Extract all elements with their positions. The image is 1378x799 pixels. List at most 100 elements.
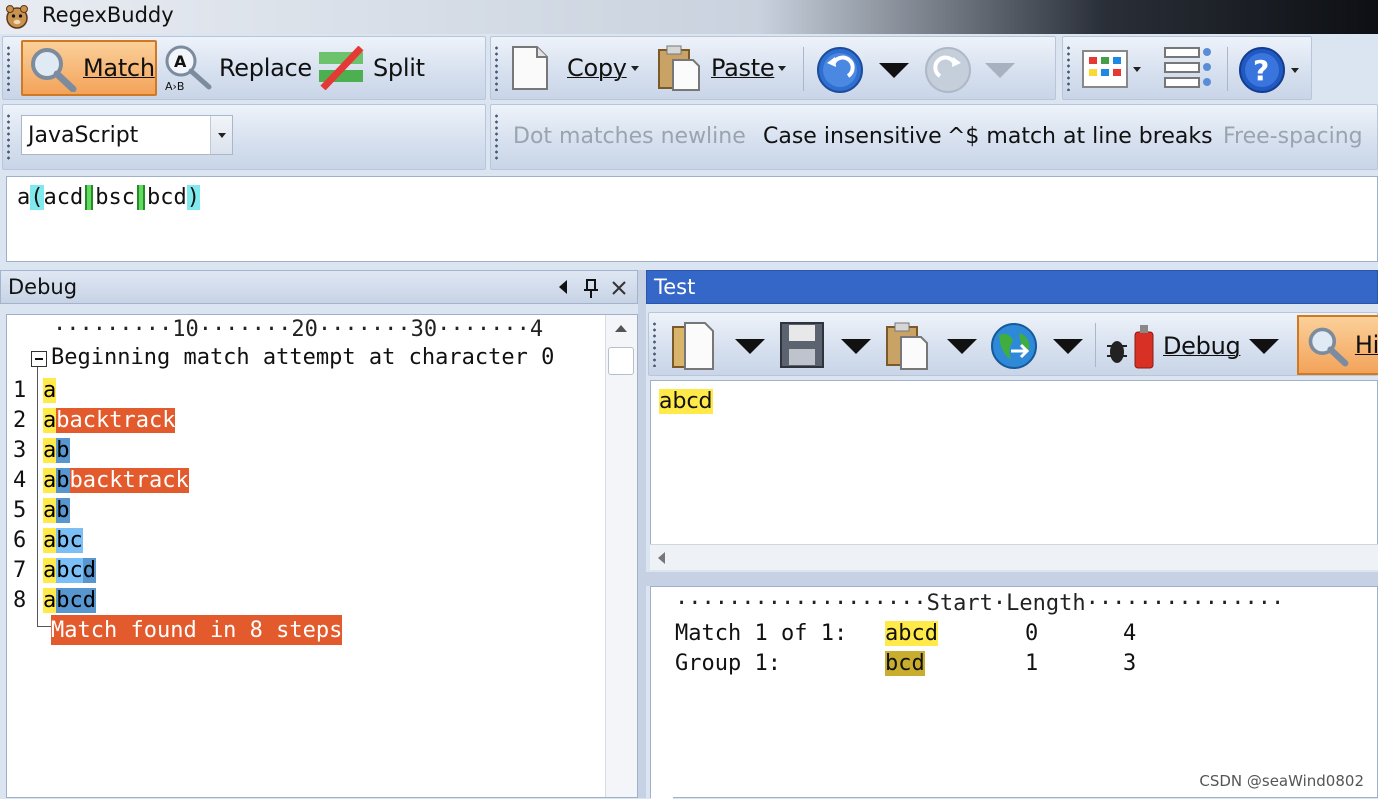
flavor-select[interactable]: JavaScript [21,115,233,155]
replace-mode-button[interactable]: A A›B Replace [163,40,312,96]
chevron-down-icon[interactable] [210,116,232,154]
case-insensitive-toggle[interactable]: Case insensitive [763,124,942,149]
debug-panel-title: Debug [8,275,78,299]
chevron-down-icon [778,65,787,71]
step-number: 1 [13,377,27,403]
test-debug-button[interactable]: Debug [1105,321,1241,371]
panel-left-arrow-icon[interactable] [559,280,567,294]
toolbar-separator [803,47,804,91]
test-horizontal-scrollbar[interactable] [650,544,1378,570]
regex-editor[interactable]: a(acd bsc bcd) [6,176,1378,262]
help-button[interactable]: ? [1237,45,1299,95]
scroll-up-icon[interactable] [615,325,627,332]
regex-alternative: acd [43,185,84,210]
regex-literal: a [17,185,31,210]
match-results[interactable]: ···················Start·Length·········… [650,586,1378,799]
step-match-group: b [56,497,70,523]
toolbar-grip[interactable] [653,321,656,367]
debug-output[interactable]: ·········10·······20·······30·······4 Be… [6,314,638,798]
line-breaks-toggle[interactable]: ^$ match at line breaks [947,124,1213,149]
step-match-partial: bc [56,527,83,553]
paste-dropdown-icon[interactable] [947,339,977,354]
step-match-anchor: a [43,497,57,523]
redo-dropdown-icon [985,63,1015,78]
debug-dropdown-icon[interactable] [1249,339,1279,354]
web-dropdown-icon[interactable] [1053,339,1083,354]
toolbar-grip[interactable] [1067,45,1070,91]
step-match-group: b [56,437,70,463]
match-mode-button[interactable]: Match [21,40,157,96]
debug-heading: Beginning match attempt at character 0 [51,345,555,370]
debug-step-row: 4 a b backtrack [7,465,189,495]
paste-clipboard-icon[interactable] [885,321,929,371]
undo-dropdown-icon[interactable] [879,63,909,78]
regex-group-close: ) [186,185,200,210]
step-match-group: bcd [56,587,96,613]
result-length: 3 [1123,651,1137,676]
pin-icon[interactable] [583,279,599,299]
test-splitter[interactable] [646,572,1378,586]
save-disk-icon[interactable] [779,321,825,369]
title-bar: RegexBuddy [0,0,1378,34]
debug-step-row: 5ab [7,495,70,525]
paste-button[interactable]: Paste [657,43,787,93]
copy-document-icon [512,46,548,90]
toolbar-grip[interactable] [495,113,498,161]
step-match-anchor: a [43,377,57,403]
debug-step-row: 6 a bc [7,525,83,555]
debug-panel-header: Debug [0,270,638,304]
regex-alternation-bar [137,185,145,210]
regex-alternation-bar [85,185,94,210]
toolbar-grip[interactable] [7,45,10,91]
layout-grid-button[interactable] [1081,45,1141,93]
open-dropdown-icon[interactable] [735,339,765,354]
step-number: 7 [13,557,27,583]
toolbar-grip[interactable] [495,45,498,91]
mode-toolbar: Match A A›B Replace Split [2,36,486,100]
dot-matches-newline-toggle[interactable]: Dot matches newline [513,124,746,149]
magnifier-icon [31,48,77,92]
redo-icon [925,47,971,93]
highlight-button[interactable]: Hi [1297,315,1378,375]
collapse-toggle-icon[interactable] [31,351,47,367]
svg-text:?: ? [1253,54,1269,87]
debug-step-row: 7 a bc d [7,555,96,585]
result-label: Match 1 of 1: [675,621,848,646]
split-mode-button[interactable]: Split [317,40,425,96]
grid-layout-icon [1082,50,1128,88]
scroll-left-icon[interactable] [658,552,665,564]
chevron-down-icon [1291,67,1299,73]
undo-icon[interactable] [815,45,865,95]
window-title: RegexBuddy [42,3,174,27]
free-spacing-toggle[interactable]: Free-spacing [1223,124,1363,149]
regexbuddy-app-icon [6,5,28,29]
bug-spray-icon [1107,325,1154,369]
panel-splitter[interactable] [638,270,646,798]
debug-vertical-scrollbar[interactable] [605,315,637,797]
debug-step-row: 3ab [7,435,70,465]
flavor-toolbar: JavaScript [2,104,486,170]
magnifier-icon [1308,327,1349,367]
regex-text: a(acd bsc bcd) [17,185,200,210]
test-panel-title: Test [654,275,696,299]
list-settings-icon[interactable] [1163,45,1213,91]
edit-toolbar: Copy Paste [490,36,1056,100]
test-debug-label: Debug [1163,332,1241,360]
debug-ruler: ·········10·······20·······30·······4 [53,317,544,342]
toolbar-grip[interactable] [7,113,10,161]
open-file-icon[interactable] [671,321,717,371]
step-match-group: d [82,557,96,583]
debug-step-row: 8 a bcd [7,585,96,615]
watermark: CSDN @seaWind0802 [1199,772,1364,790]
copy-button[interactable]: Copy [509,43,639,93]
close-icon[interactable] [611,280,627,296]
options-toolbar: Dot matches newline Case insensitive ^$ … [490,104,1378,170]
help-icon: ? [1239,47,1285,93]
scroll-thumb[interactable] [608,347,634,375]
save-dropdown-icon[interactable] [841,339,871,354]
test-subject-editor[interactable]: abcd [650,380,1378,570]
toolbar-separator [1095,323,1096,367]
web-globe-icon[interactable] [989,321,1039,371]
debug-step-row: 1a [7,375,57,405]
step-backtrack: backtrack [69,467,189,493]
